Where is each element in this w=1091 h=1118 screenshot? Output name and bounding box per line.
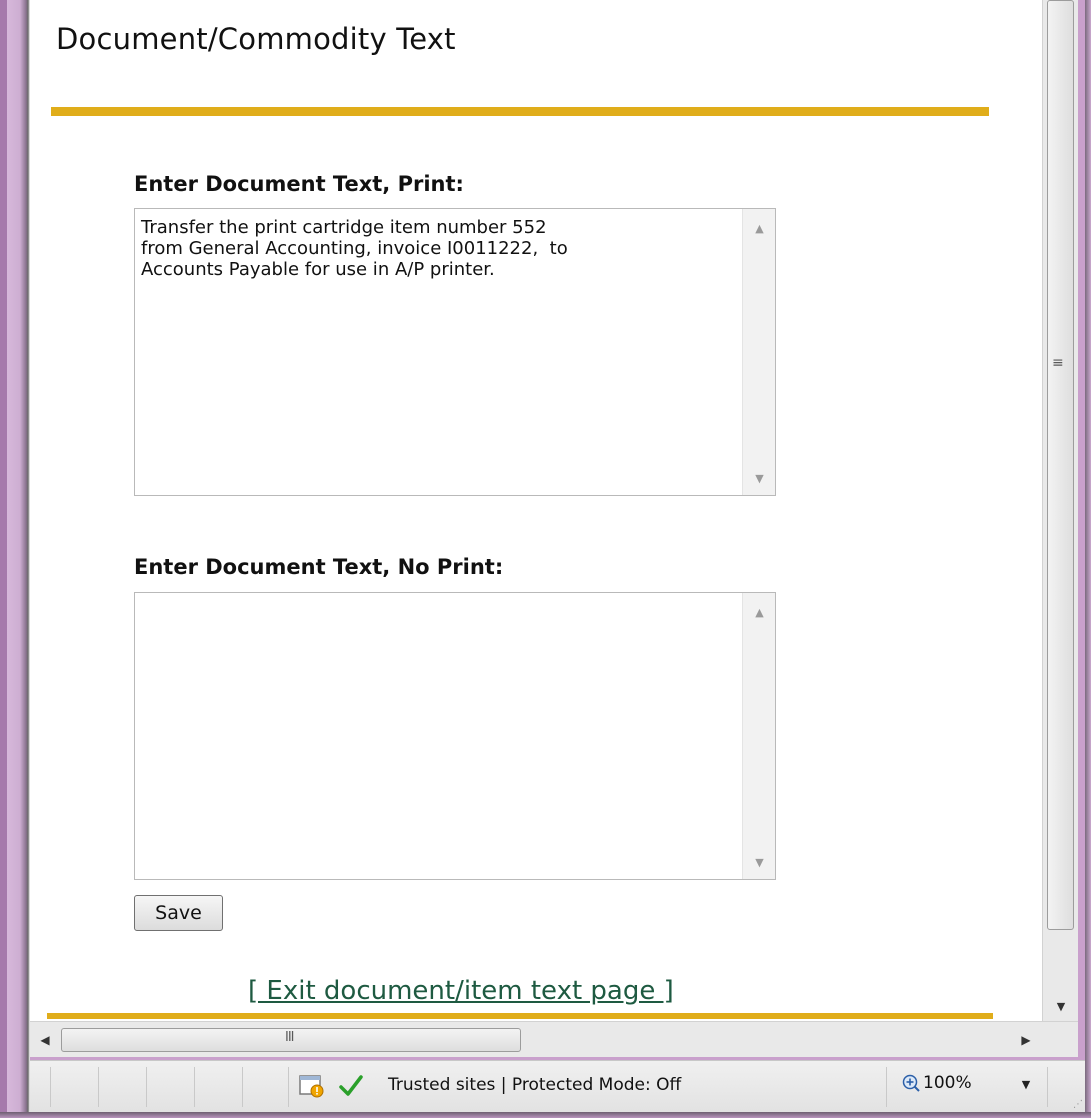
scroll-down-icon[interactable]: ▼ <box>1043 995 1079 1019</box>
scroll-down-icon[interactable]: ▼ <box>743 467 776 491</box>
status-separator <box>1047 1067 1048 1107</box>
exit-text-page-link[interactable]: [ Exit document/item text page ] <box>248 976 674 1006</box>
status-separator <box>146 1067 147 1107</box>
status-separator <box>288 1067 289 1107</box>
noprint-text-area[interactable] <box>135 593 743 879</box>
print-text-container: ▲ ▼ <box>134 208 776 496</box>
page-warning-icon[interactable] <box>298 1073 326 1099</box>
bottom-divider <box>47 1013 993 1019</box>
status-separator <box>50 1067 51 1107</box>
status-separator <box>98 1067 99 1107</box>
top-divider <box>51 107 989 116</box>
noprint-text-label: Enter Document Text, No Print: <box>134 555 504 579</box>
scroll-down-icon[interactable]: ▼ <box>743 851 776 875</box>
print-text-area[interactable] <box>135 209 743 495</box>
status-separator <box>194 1067 195 1107</box>
window-frame-bottom <box>0 1112 1091 1118</box>
horizontal-scroll-thumb[interactable]: III <box>61 1028 521 1052</box>
page-title: Document/Commodity Text <box>56 22 456 56</box>
page-horizontal-scrollbar[interactable]: ◀ III ▶ <box>30 1021 1078 1057</box>
check-icon <box>339 1075 363 1096</box>
resize-grip-icon[interactable]: ⋰ <box>1073 1099 1083 1110</box>
zoom-dropdown-icon[interactable]: ▼ <box>1017 1075 1035 1095</box>
window-frame-right <box>1085 0 1091 1118</box>
grip-icon: III <box>285 1030 294 1045</box>
zoom-level[interactable]: 100% <box>923 1073 972 1093</box>
print-text-label: Enter Document Text, Print: <box>134 172 464 196</box>
scroll-right-icon[interactable]: ▶ <box>1015 1028 1037 1052</box>
noprint-text-scrollbar[interactable]: ▲ ▼ <box>742 593 775 879</box>
status-separator <box>242 1067 243 1107</box>
scroll-up-icon[interactable]: ▲ <box>743 217 776 241</box>
grip-icon: ≡ <box>1052 355 1064 371</box>
scroll-left-icon[interactable]: ◀ <box>34 1028 56 1052</box>
vertical-scroll-thumb[interactable] <box>1047 0 1074 930</box>
save-button[interactable]: Save <box>134 895 223 931</box>
window-frame-left <box>0 0 30 1118</box>
scroll-up-icon[interactable]: ▲ <box>743 601 776 625</box>
noprint-text-container: ▲ ▼ <box>134 592 776 880</box>
page-content: Document/Commodity Text Enter Document T… <box>30 0 1042 1021</box>
zoom-icon[interactable] <box>902 1074 920 1092</box>
print-text-scrollbar[interactable]: ▲ ▼ <box>742 209 775 495</box>
status-bar: Trusted sites | Protected Mode: Off 100%… <box>30 1060 1085 1112</box>
status-separator <box>886 1067 887 1107</box>
page-vertical-scrollbar[interactable]: ≡ ▼ <box>1042 0 1078 1021</box>
security-zone-text[interactable]: Trusted sites | Protected Mode: Off <box>388 1075 681 1095</box>
